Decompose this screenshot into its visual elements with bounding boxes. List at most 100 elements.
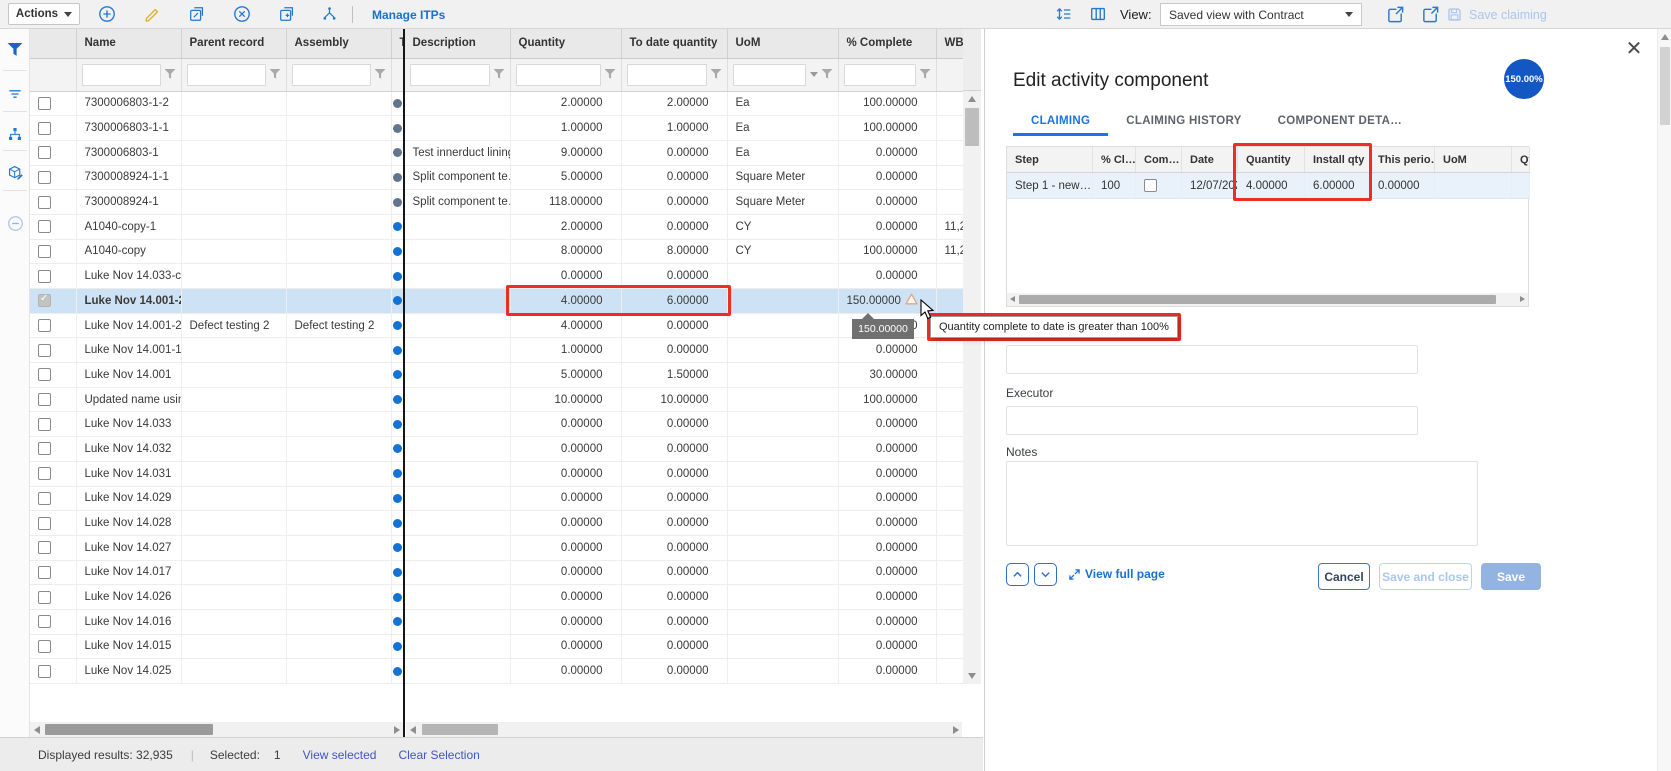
column-settings-button[interactable] bbox=[1087, 3, 1109, 25]
table-row[interactable]: Luke Nov 14.0250.000000.000000.00000 bbox=[30, 659, 963, 684]
pull-view-button[interactable] bbox=[1419, 3, 1441, 25]
table-row[interactable]: Luke Nov 14.001-2Defect testing 2Defect … bbox=[30, 313, 963, 338]
scroll-left-arrow[interactable] bbox=[410, 726, 416, 734]
row-checkbox[interactable] bbox=[38, 640, 51, 653]
row-checkbox[interactable] bbox=[38, 220, 51, 233]
row-height-button[interactable] bbox=[1053, 3, 1075, 25]
scroll-right-arrow[interactable] bbox=[1520, 296, 1525, 302]
filter-input-description[interactable] bbox=[410, 64, 490, 86]
claim-header-4[interactable]: Quantity bbox=[1238, 147, 1305, 173]
scroll-up-arrow[interactable] bbox=[968, 96, 976, 102]
table-row[interactable]: 7300006803-1-11.000001.00000Ea100.00000 bbox=[30, 116, 963, 141]
scroll-left-arrow[interactable] bbox=[1010, 296, 1015, 302]
row-checkbox[interactable] bbox=[38, 665, 51, 678]
row-checkbox[interactable] bbox=[38, 541, 51, 554]
bulk-edit-button[interactable] bbox=[186, 3, 208, 25]
component-edit-button[interactable] bbox=[6, 163, 24, 181]
filter-input-quantity[interactable] bbox=[516, 64, 601, 86]
table-row[interactable]: Luke Nov 14.001-11.000000.000000.00000 bbox=[30, 338, 963, 363]
filter-funnel-icon[interactable] bbox=[494, 69, 505, 80]
collapse-button[interactable] bbox=[6, 214, 24, 232]
page-scrollbar[interactable] bbox=[1657, 29, 1671, 771]
horizontal-scroll-thumb[interactable] bbox=[422, 724, 498, 735]
grid-header-assembly[interactable]: Assembly bbox=[286, 29, 391, 58]
row-checkbox[interactable] bbox=[38, 344, 51, 357]
table-row[interactable]: Luke Nov 14.0150.000000.000000.00000 bbox=[30, 634, 963, 659]
table-row[interactable]: Updated name usin…10.0000010.00000100.00… bbox=[30, 387, 963, 412]
filter-funnel-icon[interactable] bbox=[920, 69, 931, 80]
scroll-left-arrow[interactable] bbox=[34, 726, 40, 734]
grid-header-name[interactable]: Name bbox=[76, 29, 181, 58]
table-row[interactable]: Luke Nov 14.0310.000000.000000.00000 bbox=[30, 461, 963, 486]
filter-input-pct_complete[interactable] bbox=[844, 64, 916, 86]
row-checkbox[interactable] bbox=[38, 270, 51, 283]
filter-funnel-icon[interactable] bbox=[605, 69, 616, 80]
filter-funnel-icon[interactable] bbox=[270, 69, 281, 80]
tab-claiming[interactable]: CLAIMING bbox=[1013, 109, 1108, 136]
tab-claiming-history[interactable]: CLAIMING HISTORY bbox=[1108, 109, 1259, 136]
claim-header-1[interactable]: % Cl… bbox=[1093, 147, 1136, 173]
previous-record-button[interactable] bbox=[1006, 563, 1029, 586]
complete-checkbox[interactable] bbox=[1144, 179, 1157, 192]
claim-header-2[interactable]: Com… bbox=[1136, 147, 1182, 173]
table-row[interactable]: Luke Nov 14.0260.000000.000000.00000 bbox=[30, 585, 963, 610]
row-checkbox[interactable] bbox=[38, 294, 51, 307]
table-row[interactable]: Luke Nov 14.033-c…0.000000.000000.00000 bbox=[30, 264, 963, 289]
claim-header-6[interactable]: This perio… bbox=[1370, 147, 1435, 173]
table-row[interactable]: Luke Nov 14.0330.000000.000000.00000 bbox=[30, 412, 963, 437]
itp-flow-button[interactable] bbox=[318, 3, 340, 25]
row-checkbox[interactable] bbox=[38, 368, 51, 381]
filter-panel-button[interactable] bbox=[6, 41, 24, 59]
scroll-up-arrow[interactable] bbox=[1661, 34, 1669, 40]
row-checkbox[interactable] bbox=[38, 196, 51, 209]
horizontal-scroll-thumb[interactable] bbox=[45, 724, 213, 735]
executor-field[interactable] bbox=[1006, 406, 1418, 435]
hierarchy-button[interactable] bbox=[6, 125, 24, 143]
next-record-button[interactable] bbox=[1034, 563, 1057, 586]
manage-itps-link[interactable]: Manage ITPs bbox=[372, 0, 445, 29]
view-full-page-link[interactable]: View full page bbox=[1069, 567, 1165, 581]
claim-row[interactable]: Step 1 - new…10012/07/20224.000006.00000… bbox=[1007, 173, 1528, 199]
claim-header-3[interactable]: Date bbox=[1182, 147, 1238, 173]
row-checkbox[interactable] bbox=[38, 418, 51, 431]
actions-button[interactable]: Actions bbox=[8, 3, 80, 25]
row-checkbox[interactable] bbox=[38, 97, 51, 110]
table-row[interactable]: Luke Nov 14.0290.000000.000000.00000 bbox=[30, 486, 963, 511]
row-checkbox[interactable] bbox=[38, 146, 51, 159]
row-checkbox[interactable] bbox=[38, 467, 51, 480]
add-record-button[interactable] bbox=[96, 3, 118, 25]
claim-header-7[interactable]: UoM bbox=[1435, 147, 1512, 173]
filter-funnel-icon[interactable] bbox=[375, 69, 386, 80]
edit-record-button[interactable] bbox=[141, 3, 163, 25]
close-icon[interactable]: ✕ bbox=[1621, 35, 1647, 61]
view-selected-link[interactable]: View selected bbox=[303, 748, 377, 762]
claiming-grid-scrollbar[interactable] bbox=[1007, 293, 1528, 306]
duplicate-record-button[interactable] bbox=[276, 3, 298, 25]
table-row[interactable]: Luke Nov 14.0280.000000.000000.00000 bbox=[30, 511, 963, 536]
row-checkbox[interactable] bbox=[38, 122, 51, 135]
save-claiming-button[interactable]: Save claiming bbox=[1446, 0, 1547, 29]
save-button[interactable]: Save bbox=[1481, 563, 1541, 590]
row-checkbox[interactable] bbox=[38, 171, 51, 184]
row-checkbox[interactable] bbox=[38, 245, 51, 258]
table-row[interactable]: Luke Nov 14.0270.000000.000000.00000 bbox=[30, 535, 963, 560]
claim-header-5[interactable]: Install qty bbox=[1305, 147, 1370, 173]
row-checkbox[interactable] bbox=[38, 566, 51, 579]
vertical-scroll-thumb[interactable] bbox=[965, 108, 979, 146]
filter-lines-button[interactable] bbox=[6, 85, 24, 103]
claim-extra-field[interactable] bbox=[1006, 345, 1418, 374]
grid-header-uom[interactable]: UoM bbox=[727, 29, 838, 58]
row-checkbox[interactable] bbox=[38, 319, 51, 332]
row-checkbox[interactable] bbox=[38, 615, 51, 628]
table-row[interactable]: A1040-copy-12.000000.00000CY0.0000011,2 bbox=[30, 214, 963, 239]
columns-scrollbar[interactable] bbox=[406, 722, 962, 737]
column-divider-line[interactable] bbox=[403, 29, 405, 737]
frozen-columns-scrollbar[interactable] bbox=[30, 722, 403, 737]
horizontal-scroll-thumb[interactable] bbox=[1019, 295, 1496, 304]
chevron-down-icon[interactable] bbox=[810, 72, 818, 77]
clear-selection-link[interactable]: Clear Selection bbox=[398, 748, 479, 762]
filter-funnel-icon[interactable] bbox=[822, 69, 833, 80]
scroll-down-arrow[interactable] bbox=[968, 673, 976, 679]
cancel-button[interactable]: Cancel bbox=[1318, 563, 1370, 590]
push-view-button[interactable] bbox=[1384, 3, 1406, 25]
